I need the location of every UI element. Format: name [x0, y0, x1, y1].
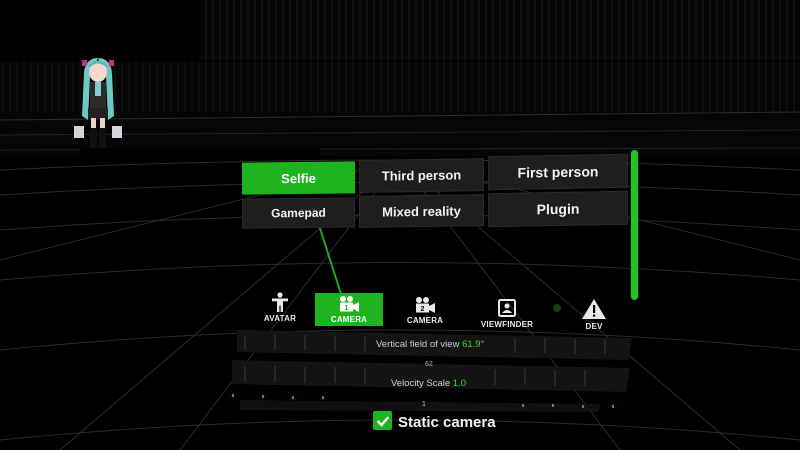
camera-badge: 2: [421, 306, 425, 313]
preset-label: Gamepad: [271, 205, 326, 221]
preset-label: First person: [517, 163, 599, 181]
tab-avatar[interactable]: AVATAR: [260, 292, 300, 324]
preset-label: Selfie: [281, 170, 316, 186]
fov-label-text: Vertical field of view: [376, 339, 460, 350]
tab-indicator-dot: [553, 304, 561, 312]
preset-gamepad-button[interactable]: Gamepad: [242, 197, 355, 229]
person-icon: [272, 292, 288, 312]
tab-camera-2[interactable]: 2 CAMERA: [403, 296, 447, 328]
camera-badge: 1: [345, 305, 349, 312]
preset-plugin-button[interactable]: Plugin: [488, 190, 628, 228]
velocity-slider-label: Velocity Scale 1.0: [391, 378, 466, 389]
fov-slider-label: Vertical field of view 61.9°: [376, 339, 484, 350]
preset-mixed-reality-button[interactable]: Mixed reality: [359, 194, 484, 228]
fov-value: 61.9°: [462, 339, 485, 350]
tab-viewfinder[interactable]: VIEWFINDER: [478, 298, 536, 332]
velocity-value: 1.0: [452, 378, 467, 389]
tab-label: AVATAR: [263, 314, 297, 323]
tab-label: CAMERA: [406, 316, 444, 325]
velocity-slider-handle[interactable]: 1: [422, 401, 426, 408]
static-camera-label: Static camera: [398, 414, 496, 431]
preset-scrollbar-thumb[interactable]: [631, 150, 638, 300]
tab-dev[interactable]: DEV: [576, 298, 612, 334]
preset-selfie-button[interactable]: Selfie: [242, 161, 355, 195]
preset-first-person-button[interactable]: First person: [488, 153, 628, 191]
camera-2-icon: 2: [416, 297, 435, 313]
preset-third-person-button[interactable]: Third person: [359, 158, 484, 193]
preset-label: Mixed reality: [382, 202, 461, 220]
preset-label: Third person: [381, 167, 462, 184]
fov-slider-handle[interactable]: 62: [425, 361, 433, 368]
tab-label: CAMERA: [330, 315, 368, 324]
checkmark-icon: [376, 415, 389, 427]
warning-icon: [582, 299, 606, 319]
tab-label: DEV: [585, 322, 603, 331]
tab-label: VIEWFINDER: [480, 320, 534, 329]
preset-label: Plugin: [536, 200, 580, 218]
velocity-label-text: Velocity Scale: [391, 378, 451, 389]
tab-camera-1[interactable]: 1 CAMERA: [315, 293, 383, 326]
camera-1-icon: 1: [340, 296, 359, 312]
static-camera-checkbox[interactable]: [373, 411, 392, 430]
viewfinder-icon: [498, 299, 516, 317]
